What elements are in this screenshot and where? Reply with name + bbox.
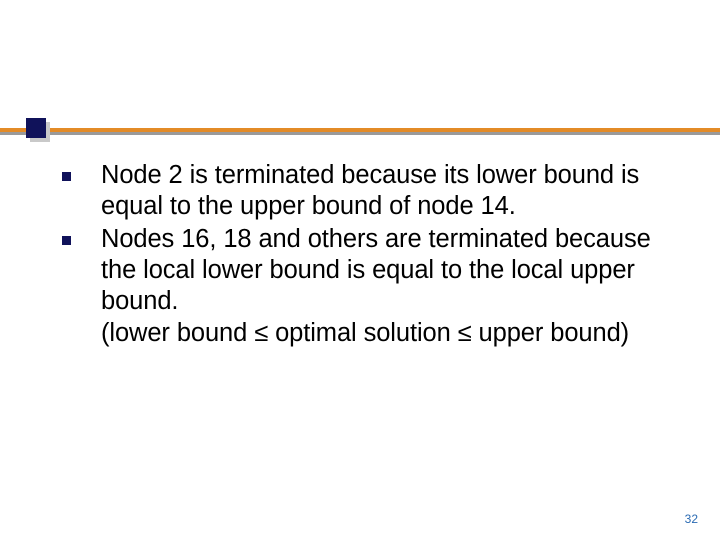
bullet-text: Nodes 16, 18 and others are terminated b… [101,224,682,348]
bullet-text: Node 2 is terminated because its lower b… [101,160,682,222]
slide: Node 2 is terminated because its lower b… [0,0,720,540]
list-item: Nodes 16, 18 and others are terminated b… [62,224,682,348]
list-item: Node 2 is terminated because its lower b… [62,160,682,222]
header-line-accent [0,128,720,132]
bullet-icon [62,236,71,245]
bullet-icon [62,172,71,181]
content-area: Node 2 is terminated because its lower b… [62,160,682,349]
header-square [26,118,46,138]
page-number: 32 [685,512,698,526]
